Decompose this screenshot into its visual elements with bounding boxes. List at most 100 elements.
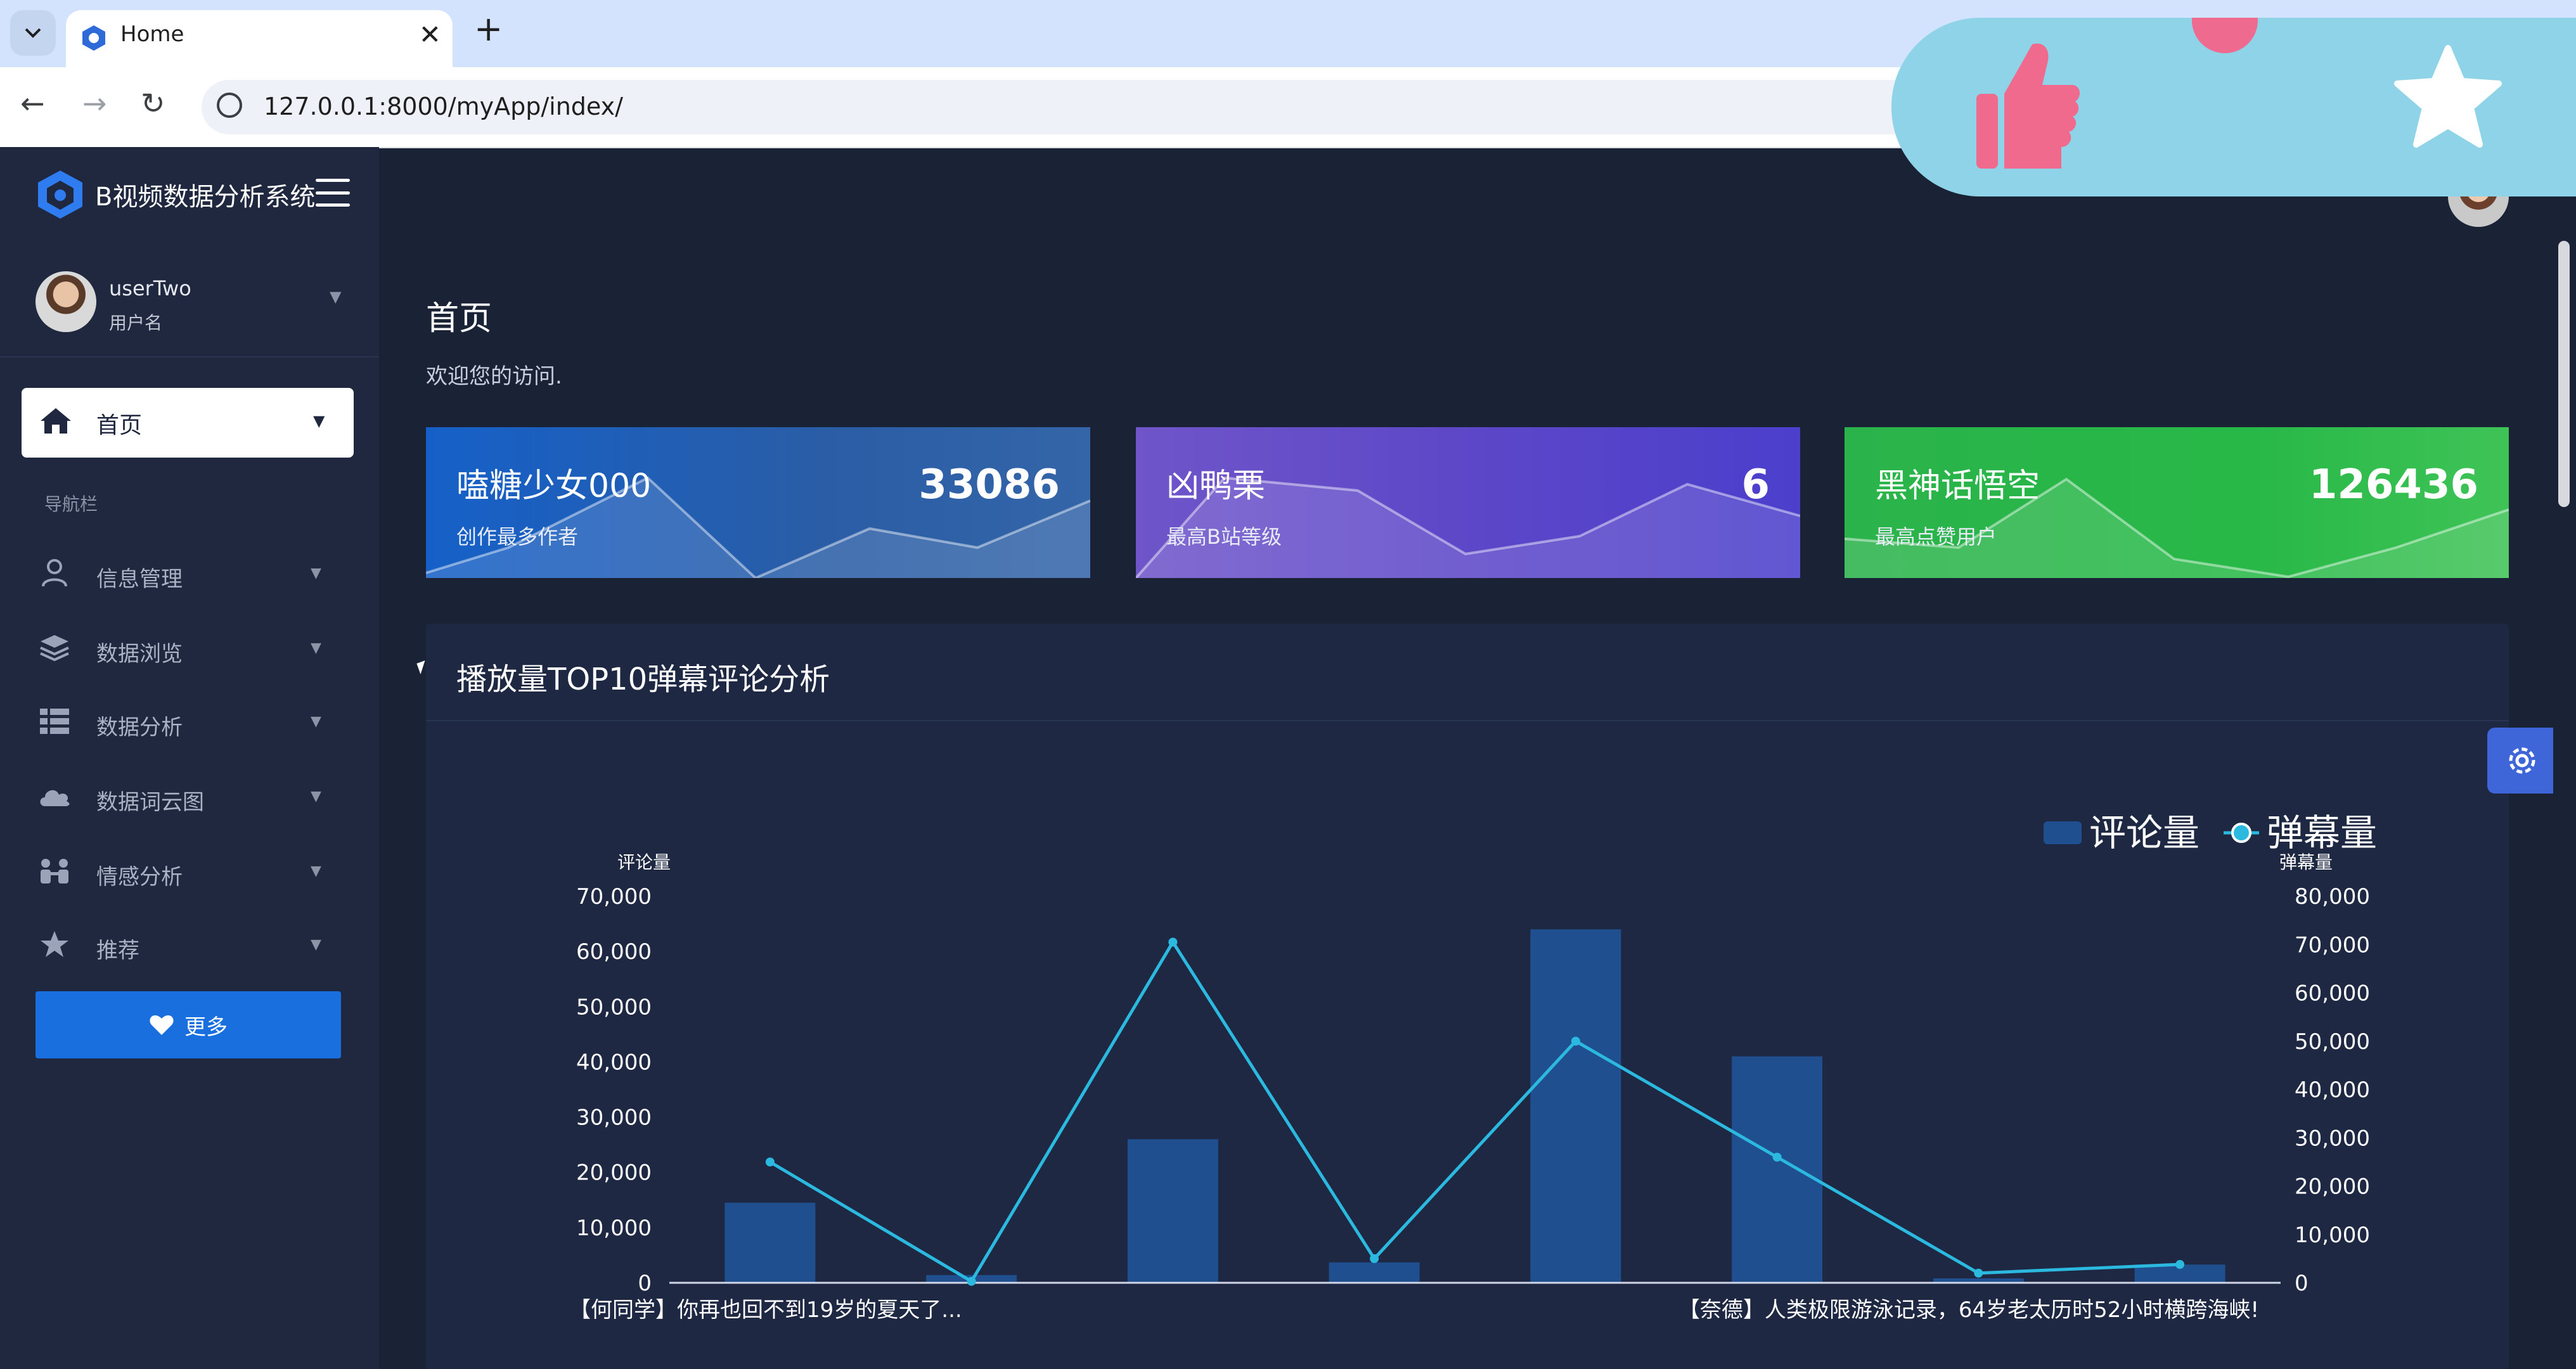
stat-card-title: 凶鸭栗 (1166, 467, 1266, 505)
y-axis-label-left: 评论量 (617, 852, 671, 873)
new-tab-icon[interactable]: + (474, 9, 503, 49)
tab-title: Home (120, 22, 184, 47)
line-point (765, 1157, 775, 1167)
y-tick-right: 10,000 (2295, 1223, 2370, 1248)
sidebar-item-data-browse[interactable]: 数据浏览 ▼ (0, 622, 379, 673)
legend-label: 弹幕量 (2267, 811, 2377, 854)
sidebar-item-label: 数据分析 (96, 715, 183, 740)
sidebar-item-label: 数据词云图 (96, 790, 204, 815)
bar (724, 1202, 816, 1283)
user-role: 用户名 (109, 312, 163, 333)
list-icon (37, 704, 72, 739)
caret-down-icon: ▼ (330, 288, 342, 305)
x-tick-label: 【奈德】人类极限游泳记录，64岁老太历时52小时横跨海峡! (1678, 1297, 2259, 1323)
line-point (2175, 1260, 2185, 1269)
stat-card-value: 126436 (2309, 461, 2478, 508)
y-tick-right: 30,000 (2295, 1126, 2370, 1151)
x-tick-label: 【何同学】你再也回不到19岁的夏天了... (569, 1297, 962, 1323)
y-tick-right: 20,000 (2295, 1174, 2370, 1200)
y-tick-right: 70,000 (2295, 932, 2370, 958)
sidebar-item-data-analysis[interactable]: 数据分析 ▼ (0, 696, 379, 747)
brand[interactable]: B视频数据分析系统 (37, 166, 315, 223)
legend-swatch-point (2231, 823, 2251, 843)
caret-down-icon: ▼ (311, 640, 321, 656)
y-tick-right: 50,000 (2295, 1029, 2370, 1055)
sidebar-item-label: 情感分析 (96, 864, 183, 890)
cloud-icon (37, 778, 72, 814)
people-icon (37, 853, 72, 889)
thumbs-up-icon[interactable] (1974, 41, 2082, 174)
caret-down-icon: ▼ (313, 412, 325, 430)
page-title: 首页 (426, 300, 493, 338)
line-series (769, 939, 2180, 1284)
sidebar-item-sentiment[interactable]: 情感分析 ▼ (0, 845, 379, 896)
site-info-icon[interactable] (217, 93, 242, 118)
reload-icon[interactable]: ↻ (141, 86, 165, 120)
site-favicon-icon (82, 25, 105, 51)
line-point (1370, 1254, 1379, 1263)
line-point (967, 1276, 976, 1286)
y-tick-left: 20,000 (576, 1160, 652, 1186)
avatar (35, 271, 96, 332)
stat-card-top-likes: 黑神话悟空 最高点赞用户 126436 (1845, 427, 2509, 578)
y-tick-right: 40,000 (2295, 1077, 2370, 1103)
tab-search-button[interactable] (10, 10, 56, 56)
y-tick-right: 60,000 (2295, 981, 2370, 1006)
sidebar-item-label: 推荐 (96, 938, 139, 963)
stat-card-desc: 创作最多作者 (456, 525, 579, 549)
y-tick-left: 40,000 (576, 1050, 652, 1075)
sidebar: B视频数据分析系统 userTwo 用户名 ▼ 首页 ▼ 导航栏 信息管理 ▼ … (0, 147, 379, 1369)
y-tick-left: 70,000 (576, 884, 652, 909)
menu-toggle-icon[interactable] (316, 179, 350, 207)
home-icon (41, 408, 71, 434)
stat-card-value: 6 (1741, 461, 1770, 508)
chart-panel: 播放量TOP10弹幕评论分析 0 10,000 20,000 30,000 40,000… (426, 624, 2509, 1369)
nav-header: 导航栏 (44, 494, 98, 515)
user-profile[interactable]: userTwo 用户名 ▼ (35, 271, 352, 341)
close-tab-icon[interactable]: ✕ (419, 19, 441, 50)
bar (1329, 1262, 1420, 1283)
legend-swatch-bar (2044, 821, 2082, 844)
user-name: userTwo (109, 276, 191, 300)
bar (1530, 929, 1621, 1283)
y-tick-left: 60,000 (576, 939, 652, 965)
sidebar-item-label: 信息管理 (96, 567, 183, 592)
stat-card-desc: 最高点赞用户 (1875, 525, 1997, 549)
user-icon (37, 555, 72, 591)
stat-card-title: 黑神话悟空 (1875, 467, 2040, 505)
brand-title: B视频数据分析系统 (95, 183, 316, 212)
line-point (1772, 1152, 1782, 1162)
bar (1127, 1139, 1218, 1283)
caret-down-icon: ▼ (311, 714, 321, 729)
y-tick-left: 50,000 (576, 994, 652, 1020)
chevron-down-icon (25, 28, 41, 38)
more-button[interactable]: 更多 (35, 991, 341, 1058)
sidebar-item-home[interactable]: 首页 ▼ (22, 388, 354, 458)
y-axis-label-right: 弹幕量 (2279, 852, 2333, 873)
sidebar-item-label: 首页 (96, 413, 143, 439)
back-icon[interactable]: ← (20, 86, 45, 120)
forward-icon[interactable]: → (82, 86, 107, 120)
sidebar-item-recommend[interactable]: 推荐 ▼ (0, 919, 379, 970)
caret-down-icon: ▼ (311, 565, 321, 581)
divider (0, 356, 379, 357)
layers-icon (37, 630, 72, 665)
line-point (1974, 1268, 1983, 1278)
sidebar-item-info-management[interactable]: 信息管理 ▼ (0, 548, 379, 598)
bar (1732, 1056, 1823, 1283)
gear-icon (2509, 747, 2535, 774)
line-point (1168, 937, 1178, 947)
caret-down-icon: ▼ (311, 863, 321, 879)
y-tick-right: 80,000 (2295, 884, 2370, 909)
heart-icon (150, 1015, 174, 1035)
star-icon[interactable] (2392, 44, 2504, 152)
scrollbar-thumb[interactable] (2558, 241, 2570, 507)
logo-icon (38, 170, 82, 219)
sidebar-item-word-cloud[interactable]: 数据词云图 ▼ (0, 771, 379, 821)
url-text[interactable]: 127.0.0.1:8000/myApp/index/ (264, 93, 623, 120)
browser-tab[interactable]: Home ✕ (66, 10, 453, 67)
settings-button[interactable] (2487, 728, 2557, 794)
star-icon (37, 927, 72, 962)
line-point (1571, 1036, 1580, 1046)
caret-down-icon: ▼ (311, 937, 321, 953)
